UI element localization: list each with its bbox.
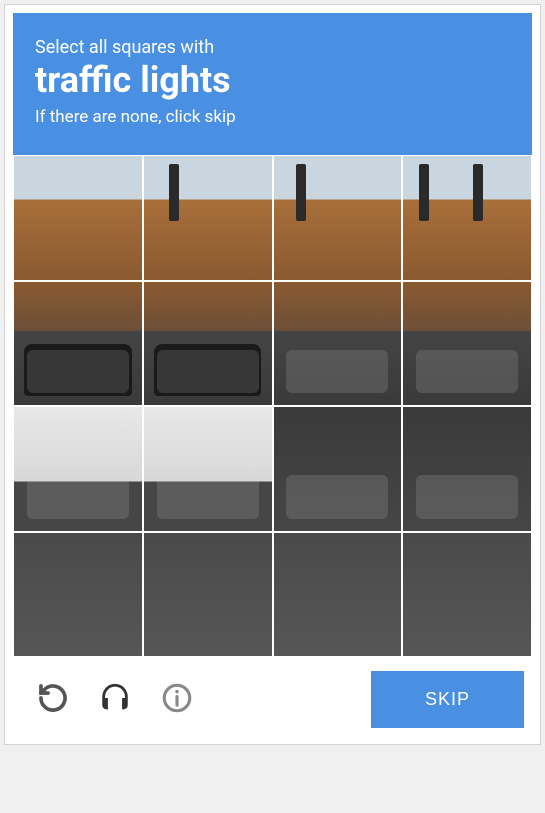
instruction-text: Select all squares with — [35, 37, 510, 58]
info-icon — [160, 681, 194, 719]
grid-tile-3-3[interactable] — [402, 532, 532, 658]
info-button[interactable] — [157, 680, 197, 720]
grid-tile-0-0[interactable] — [13, 155, 143, 281]
grid-tile-1-1[interactable] — [143, 281, 273, 407]
grid-tile-3-0[interactable] — [13, 532, 143, 658]
grid-tile-0-2[interactable] — [273, 155, 403, 281]
captcha-container: Select all squares with traffic lights I… — [4, 4, 541, 745]
grid-tile-2-1[interactable] — [143, 406, 273, 532]
grid-tile-3-1[interactable] — [143, 532, 273, 658]
grid-tile-2-2[interactable] — [273, 406, 403, 532]
grid-tile-2-0[interactable] — [13, 406, 143, 532]
grid-tile-0-3[interactable] — [402, 155, 532, 281]
reload-button[interactable] — [33, 680, 73, 720]
subtext: If there are none, click skip — [35, 107, 510, 127]
grid-tile-2-3[interactable] — [402, 406, 532, 532]
captcha-footer: SKIP — [13, 657, 532, 736]
captcha-header: Select all squares with traffic lights I… — [13, 13, 532, 155]
footer-icons — [21, 680, 197, 720]
skip-button[interactable]: SKIP — [371, 671, 524, 728]
audio-button[interactable] — [95, 680, 135, 720]
grid-tile-1-0[interactable] — [13, 281, 143, 407]
headphones-icon — [98, 681, 132, 719]
grid-tile-1-2[interactable] — [273, 281, 403, 407]
grid-tile-3-2[interactable] — [273, 532, 403, 658]
reload-icon — [36, 681, 70, 719]
target-text: traffic lights — [35, 60, 510, 101]
image-grid — [13, 155, 532, 657]
grid-tile-0-1[interactable] — [143, 155, 273, 281]
grid-tile-1-3[interactable] — [402, 281, 532, 407]
